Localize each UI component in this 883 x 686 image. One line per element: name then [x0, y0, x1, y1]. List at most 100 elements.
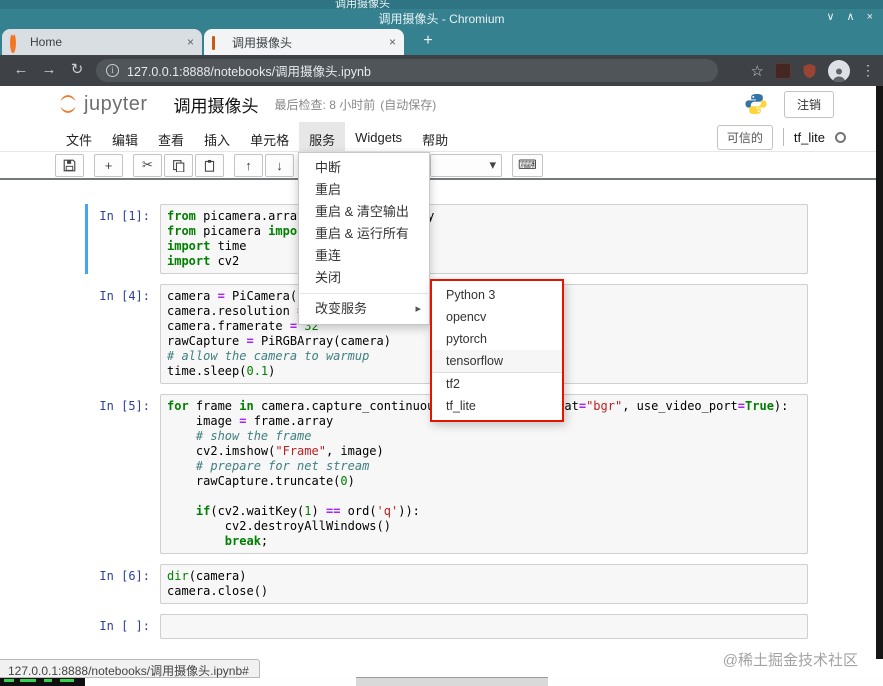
move-cell-up-button[interactable]: ↑	[234, 154, 263, 177]
kernel-option-tf-lite[interactable]: tf_lite	[432, 395, 562, 417]
menu-cell[interactable]: 单元格	[240, 122, 299, 152]
background-window-sliver: 调用摄像头	[0, 0, 883, 9]
notebook-menubar: 文件 编辑 查看 插入 单元格 服务 Widgets 帮助 可信的 tf_lit…	[0, 122, 876, 152]
cell-prompt: In [4]:	[88, 284, 160, 384]
minimize-icon[interactable]: ∨	[826, 12, 834, 23]
forward-icon[interactable]: →	[38, 60, 60, 80]
menu-help[interactable]: 帮助	[412, 122, 458, 152]
jupyter-logo-text: jupyter	[84, 93, 148, 116]
address-bar[interactable]: i 127.0.0.1:8888/notebooks/调用摄像头.ipynb	[96, 59, 718, 82]
notebook-cell[interactable]: In [1]:from picamera.array import PiRGBA…	[85, 204, 808, 274]
tab-home[interactable]: Home ×	[2, 29, 202, 55]
save-button[interactable]	[55, 154, 84, 177]
window-controls: ∨ ∧ ×	[826, 9, 873, 26]
header-right: 注销	[744, 86, 834, 122]
tab-close-icon[interactable]: ×	[389, 35, 396, 49]
notebook-toolbar: + ✂ ↑ ↓ ▶ 运行 ■ ↻ ▾ ⌨	[0, 152, 876, 178]
python-kernel-logo-icon	[744, 92, 768, 116]
page-info-icon[interactable]: i	[106, 64, 119, 77]
kernel-option-python3[interactable]: Python 3	[432, 284, 562, 306]
menu-item-shutdown[interactable]: 关闭	[299, 267, 429, 289]
jupyter-logo-icon	[56, 92, 80, 116]
cell-input[interactable]: dir(camera)camera.close()	[160, 564, 808, 604]
trusted-badge[interactable]: 可信的	[717, 125, 773, 150]
notebook-title[interactable]: 调用摄像头	[174, 92, 259, 117]
menu-edit[interactable]: 编辑	[102, 122, 148, 152]
menu-file[interactable]: 文件	[56, 122, 102, 152]
browser-menu-icon[interactable]: ⋮	[861, 62, 875, 79]
url-text[interactable]: 127.0.0.1:8888/notebooks/调用摄像头.ipynb	[127, 61, 371, 80]
close-icon[interactable]: ×	[867, 12, 873, 23]
save-icon	[63, 159, 76, 172]
menubar-right: 可信的 tf_lite	[717, 122, 846, 152]
menu-widgets[interactable]: Widgets	[345, 122, 412, 152]
kernel-option-opencv[interactable]: opencv	[432, 306, 562, 328]
shield-extension-icon[interactable]	[802, 63, 817, 79]
menu-item-interrupt[interactable]: 中断	[299, 157, 429, 179]
notebook-header: jupyter 调用摄像头 最后检查: 8 小时前 (自动保存) 注销	[0, 86, 876, 122]
menu-item-restart-run-all[interactable]: 重启 & 运行所有	[299, 223, 429, 245]
kernel-submenu-highlighted: Python 3 opencv pytorch tensorflow tf2 t…	[430, 279, 564, 422]
kernel-option-tf2[interactable]: tf2	[432, 373, 562, 395]
copy-icon	[172, 159, 185, 172]
reload-icon[interactable]: ↻	[66, 60, 88, 80]
copy-cell-button[interactable]	[164, 154, 193, 177]
page-scrollbar[interactable]	[876, 86, 883, 659]
chevron-down-icon: ▾	[489, 157, 496, 173]
insert-cell-button[interactable]: +	[94, 154, 123, 177]
tab-label: Home	[30, 35, 181, 49]
logout-button[interactable]: 注销	[784, 91, 834, 118]
menu-insert[interactable]: 插入	[194, 122, 240, 152]
menu-divider	[300, 293, 428, 294]
jupyter-logo[interactable]: jupyter	[56, 92, 148, 116]
kernel-option-pytorch[interactable]: pytorch	[432, 328, 562, 350]
background-window-title: 调用摄像头	[335, 0, 390, 9]
menu-item-restart-clear[interactable]: 重启 & 清空输出	[299, 201, 429, 223]
kernel-name: tf_lite	[794, 130, 825, 145]
cell-prompt: In [1]:	[88, 204, 160, 274]
paste-icon	[203, 159, 216, 172]
menu-item-reconnect[interactable]: 重连	[299, 245, 429, 267]
maximize-icon[interactable]: ∧	[847, 12, 855, 23]
move-cell-down-button[interactable]: ↓	[265, 154, 294, 177]
window-titlebar: 调用摄像头 - Chromium ∨ ∧ ×	[0, 9, 883, 26]
cell-input[interactable]	[160, 614, 808, 639]
bookmark-star-icon[interactable]: ☆	[751, 62, 764, 80]
checkpoint-text: 最后检查: 8 小时前	[275, 96, 376, 113]
cell-type-select[interactable]: ▾	[430, 154, 502, 177]
kernel-menu: 中断 重启 重启 & 清空输出 重启 & 运行所有 重连 关闭 改变服务 ▸ P…	[298, 152, 430, 325]
menu-item-change-kernel[interactable]: 改变服务 ▸	[299, 298, 429, 320]
submenu-arrow-icon: ▸	[415, 302, 421, 316]
cell-input[interactable]: from picamera.array import PiRGBArrayfro…	[160, 204, 808, 274]
menu-kernel[interactable]: 服务	[299, 122, 345, 152]
cell-prompt: In [6]:	[88, 564, 160, 604]
window-title: 调用摄像头 - Chromium	[0, 10, 883, 27]
kernel-idle-icon	[835, 132, 846, 143]
menu-item-restart[interactable]: 重启	[299, 179, 429, 201]
tab-close-icon[interactable]: ×	[187, 35, 194, 49]
back-icon[interactable]: ←	[10, 60, 32, 80]
window-fragment	[356, 677, 548, 686]
watermark-text: @稀土掘金技术社区	[723, 649, 858, 670]
notebook-cell[interactable]: In [ ]:	[85, 614, 808, 639]
profile-avatar[interactable]	[828, 60, 850, 82]
new-tab-button[interactable]: +	[416, 31, 440, 53]
kernel-separator	[783, 128, 784, 146]
tab-strip: Home × 调用摄像头 × +	[0, 26, 883, 55]
cell-prompt: In [5]:	[88, 394, 160, 554]
notebook-cell[interactable]: In [6]:dir(camera)camera.close()	[85, 564, 808, 604]
autosave-text: (自动保存)	[380, 96, 436, 113]
kernel-option-tensorflow[interactable]: tensorflow	[432, 350, 562, 373]
paste-cell-button[interactable]	[195, 154, 224, 177]
tab-notebook[interactable]: 调用摄像头 ×	[204, 29, 404, 55]
browser-toolbar: ← → ↻ i 127.0.0.1:8888/notebooks/调用摄像头.i…	[0, 55, 883, 86]
cell-prompt: In [ ]:	[88, 614, 160, 639]
extension-icon[interactable]	[775, 63, 791, 79]
command-palette-button[interactable]: ⌨	[512, 154, 543, 177]
link-status-bubble: 127.0.0.1:8888/notebooks/调用摄像头.ipynb#	[0, 659, 260, 678]
menu-view[interactable]: 查看	[148, 122, 194, 152]
change-kernel-label: 改变服务	[315, 301, 367, 316]
tab-label: 调用摄像头	[232, 34, 383, 51]
cut-cell-button[interactable]: ✂	[133, 154, 162, 177]
toolbar-right: ☆ ⋮	[751, 55, 875, 86]
